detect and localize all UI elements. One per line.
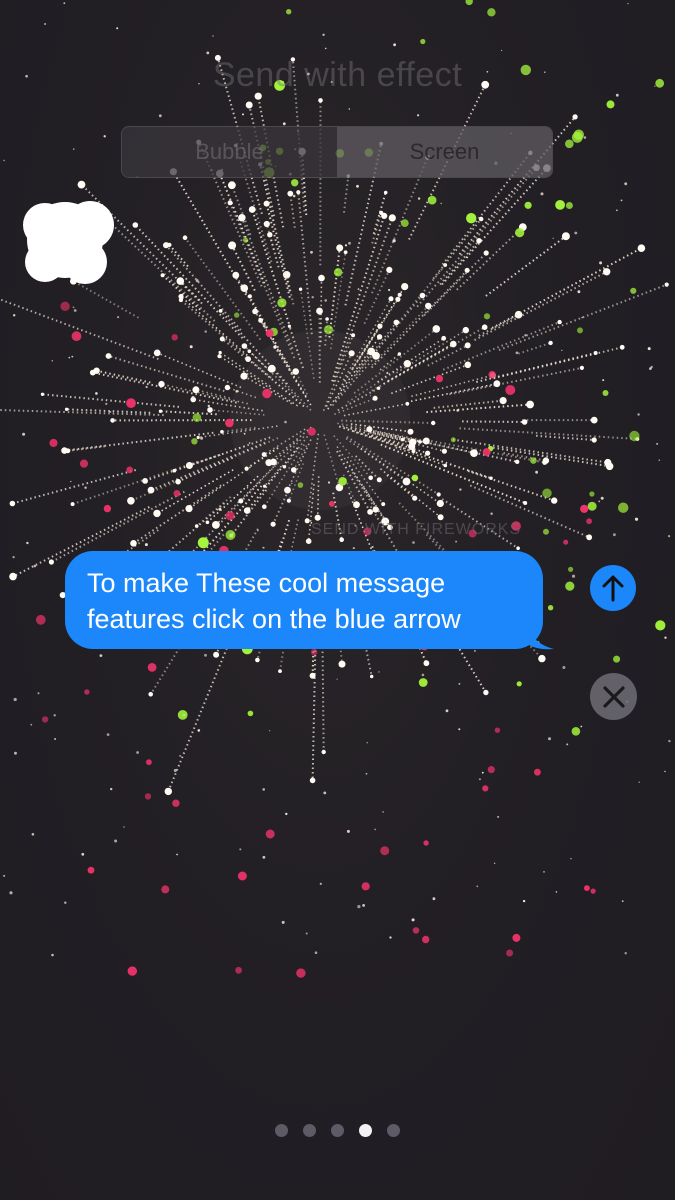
- page-dot: [331, 1124, 344, 1137]
- message-line-2: features click on the blue arrow: [87, 604, 461, 634]
- page-indicator: [0, 1124, 675, 1137]
- tab-bubble[interactable]: Bubble: [122, 127, 337, 177]
- message-bubble-tail: [524, 614, 554, 650]
- cancel-button[interactable]: [590, 673, 637, 720]
- arrow-up-icon: [602, 575, 624, 602]
- effect-type-segmented-control[interactable]: Bubble Screen: [121, 126, 553, 178]
- message-bubble: To make These cool message features clic…: [65, 551, 543, 649]
- message-line-1: To make These cool message: [87, 568, 446, 598]
- effect-screen: Send with effect Bubble Screen SEND WITH…: [0, 0, 675, 1200]
- close-icon: [602, 685, 625, 708]
- tab-screen[interactable]: Screen: [337, 127, 552, 177]
- page-dot: [387, 1124, 400, 1137]
- page-dot: [359, 1124, 372, 1137]
- send-button[interactable]: [590, 565, 636, 611]
- header-title: Send with effect: [212, 56, 463, 94]
- page-dot: [275, 1124, 288, 1137]
- page-dot: [303, 1124, 316, 1137]
- effect-name-label: SEND WITH FIREWORKS: [311, 521, 522, 538]
